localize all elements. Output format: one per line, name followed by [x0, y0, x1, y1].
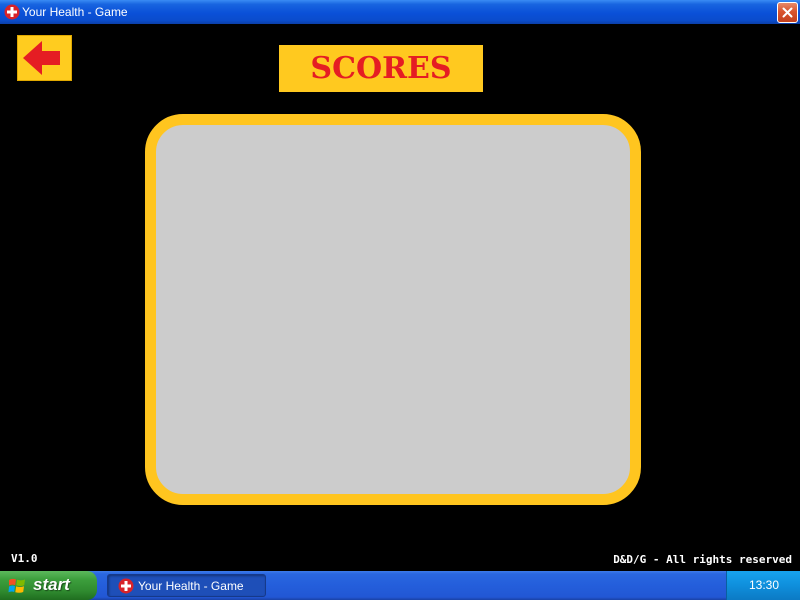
copyright-label: D&D/G - All rights reserved [613, 553, 792, 566]
close-button[interactable] [777, 2, 798, 23]
start-label: start [33, 575, 70, 594]
screen: Your Health - Game SCORES V1.0 D&D/G - A… [0, 0, 800, 600]
taskbar: start Your Health - Game 13:30 [0, 571, 800, 600]
red-cross-icon [4, 4, 20, 20]
scores-heading: SCORES [279, 45, 483, 92]
windows-logo-icon [8, 578, 25, 593]
back-arrow-icon [23, 41, 60, 75]
taskbar-item-label: Your Health - Game [138, 579, 244, 593]
system-tray: 13:30 [726, 571, 800, 600]
close-icon [782, 7, 793, 18]
scores-panel [145, 114, 641, 505]
taskbar-item-your-health-game[interactable]: Your Health - Game [107, 574, 266, 597]
red-cross-icon [118, 578, 134, 594]
back-button[interactable] [17, 35, 72, 81]
clock[interactable]: 13:30 [727, 578, 800, 592]
start-button[interactable]: start [0, 571, 97, 600]
window-title-bar[interactable]: Your Health - Game [0, 0, 800, 24]
version-label: V1.0 [11, 552, 38, 565]
window-title: Your Health - Game [22, 5, 128, 19]
